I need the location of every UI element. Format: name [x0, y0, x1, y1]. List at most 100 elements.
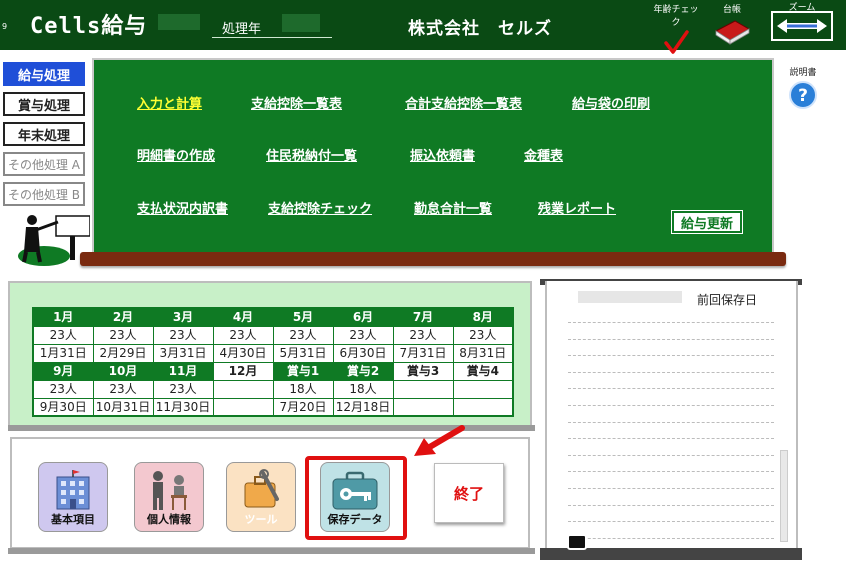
menu-pay-deduction-check[interactable]: 支給控除チェック — [268, 198, 372, 217]
payroll-update-button[interactable]: 給与更新 — [671, 210, 743, 234]
redacted-block — [578, 291, 682, 303]
company-name: 株式会社 セルズ — [408, 19, 552, 39]
arrow-pointer-icon — [414, 425, 465, 456]
tools-label: ツール — [244, 513, 278, 526]
calendar-pay-date — [392, 397, 454, 417]
key-case-icon — [332, 471, 378, 510]
menu-denomination-table[interactable]: 金種表 — [524, 145, 563, 164]
nav-other-b[interactable]: その他処理 B — [3, 182, 85, 206]
nav-payroll[interactable]: 給与処理 — [3, 62, 85, 86]
calendar-month-header[interactable]: 5月 — [272, 307, 334, 327]
log-scrollbar[interactable] — [780, 450, 788, 542]
help-label: 説明書 — [789, 68, 817, 78]
calendar-employee-count: 18人 — [332, 379, 394, 399]
log-line — [568, 338, 774, 340]
calendar-pay-date — [212, 397, 274, 417]
tools-icon — [244, 469, 279, 508]
app-title: Cells給与 — [30, 14, 148, 39]
nav-bonus[interactable]: 賞与処理 — [3, 92, 85, 116]
log-line — [568, 371, 774, 373]
calendar-row: 9月30日 10月31日 11月30日 7月20日 12月18日 — [32, 397, 514, 417]
calendar-row: 9月 10月 11月 12月 賞与1 賞与2 賞与3 賞与4 — [32, 361, 514, 381]
menu-overtime-report[interactable]: 残業レポート — [538, 198, 616, 217]
menu-input-calc[interactable]: 入力と計算 — [137, 93, 202, 112]
board-ledge — [80, 252, 786, 266]
calendar-month-header[interactable]: 賞与3 — [392, 361, 454, 381]
zoom-arrows-icon — [777, 19, 827, 33]
calendar-month-header[interactable]: 6月 — [332, 307, 394, 327]
calendar-month-header[interactable]: 賞与1 — [272, 361, 334, 381]
calendar-employee-count: 18人 — [272, 379, 334, 399]
calendar-employee-count: 23人 — [152, 325, 214, 345]
calendar-pay-date: 10月31日 — [92, 397, 154, 417]
save-data-button[interactable]: 保存データ — [320, 462, 390, 532]
checkmark-icon — [664, 30, 689, 54]
log-line — [568, 438, 774, 440]
calendar-month-header[interactable]: 4月 — [212, 307, 274, 327]
exit-button[interactable]: 終了 — [434, 463, 504, 523]
ledger-label: 台帳 — [722, 5, 741, 15]
calendar-pay-date: 3月31日 — [152, 343, 214, 363]
menu-pay-deduction-list[interactable]: 支給控除一覧表 — [251, 93, 342, 112]
menu-total-pay-deduction-list[interactable]: 合計支給控除一覧表 — [405, 93, 522, 112]
calendar-month-header[interactable]: 11月 — [152, 361, 214, 381]
calendar-panel: 1月 2月 3月 4月 5月 6月 7月 8月 23人 23人 23人 23人 23人 23人 23人 23人… — [8, 281, 532, 427]
header-bar: 9 Cells給与 処理年 株式会社 セルズ 年齢チェック 台帳 ズーム — [0, 0, 846, 54]
calendar-pay-date: 12月18日 — [332, 397, 394, 417]
calendar-month-header[interactable]: 8月 — [452, 307, 514, 327]
personal-info-button[interactable]: 個人情報 — [134, 462, 204, 532]
log-scroll-handle[interactable] — [567, 534, 587, 550]
menu-attendance-total[interactable]: 勤怠合計一覧 — [414, 198, 492, 217]
nav-year-end[interactable]: 年末処理 — [3, 122, 85, 146]
personal-info-label: 個人情報 — [147, 513, 191, 526]
log-line — [568, 405, 774, 406]
calendar-employee-count: 23人 — [32, 379, 94, 399]
calendar-pay-date: 8月31日 — [452, 343, 514, 363]
calendar-employee-count — [212, 379, 274, 399]
calendar-employee-count: 23人 — [452, 325, 514, 345]
ledger-button[interactable]: 台帳 — [712, 2, 752, 45]
calendar-pay-date — [452, 397, 514, 417]
log-line — [568, 504, 774, 506]
calendar-employee-count: 23人 — [152, 379, 214, 399]
calendar-month-header[interactable]: 2月 — [92, 307, 154, 327]
calendar-month-header[interactable]: 賞与4 — [452, 361, 514, 381]
question-mark-icon: ? — [789, 81, 817, 109]
calendar-month-header[interactable]: 1月 — [32, 307, 94, 327]
menu-pay-envelope-print[interactable]: 給与袋の印刷 — [572, 93, 650, 112]
calendar-month-header[interactable]: 3月 — [152, 307, 214, 327]
calendar-month-header[interactable]: 7月 — [392, 307, 454, 327]
nav-other-a[interactable]: その他処理 A — [3, 152, 85, 176]
age-check-button[interactable]: 年齢チェック — [650, 2, 702, 56]
log-line — [568, 521, 774, 523]
calendar-month-header[interactable]: 10月 — [92, 361, 154, 381]
menu-transfer-request[interactable]: 振込依頼書 — [410, 145, 475, 164]
calendar-employee-count: 23人 — [212, 325, 274, 345]
log-line — [568, 322, 774, 323]
help-button[interactable]: 説明書 ? — [783, 60, 823, 110]
action-panel-shadow — [8, 548, 535, 554]
tools-button[interactable]: ツール — [226, 462, 296, 532]
menu-payment-breakdown[interactable]: 支払状況内訳書 — [137, 198, 228, 217]
menu-resident-tax-list[interactable]: 住民税納付一覧 — [266, 145, 357, 164]
calendar-employee-count — [452, 379, 514, 399]
calendar-month-header[interactable]: 賞与2 — [332, 361, 394, 381]
last-saved-label: 前回保存日 — [697, 293, 758, 307]
header-number: 9 — [2, 22, 8, 31]
calendar-pay-date: 6月30日 — [332, 343, 394, 363]
calendar-month-header[interactable]: 12月 — [212, 361, 274, 381]
basic-items-button[interactable]: 基本項目 — [38, 462, 108, 532]
calendar-row: 1月31日 2月29日 3月31日 4月30日 5月31日 6月30日 7月31日 8月31日 — [32, 343, 514, 363]
menu-create-statement[interactable]: 明細書の作成 — [137, 145, 215, 164]
calendar-pay-date: 7月20日 — [272, 397, 334, 417]
log-line — [568, 421, 774, 423]
calendar-month-header[interactable]: 9月 — [32, 361, 94, 381]
log-line — [568, 488, 774, 489]
calendar-pay-date: 11月30日 — [152, 397, 214, 417]
calendar-pay-date: 4月30日 — [212, 343, 274, 363]
save-data-label: 保存データ — [327, 513, 383, 526]
people-icon — [153, 471, 187, 510]
calendar-employee-count: 23人 — [272, 325, 334, 345]
calendar-employee-count: 23人 — [92, 325, 154, 345]
zoom-button[interactable] — [771, 11, 833, 41]
